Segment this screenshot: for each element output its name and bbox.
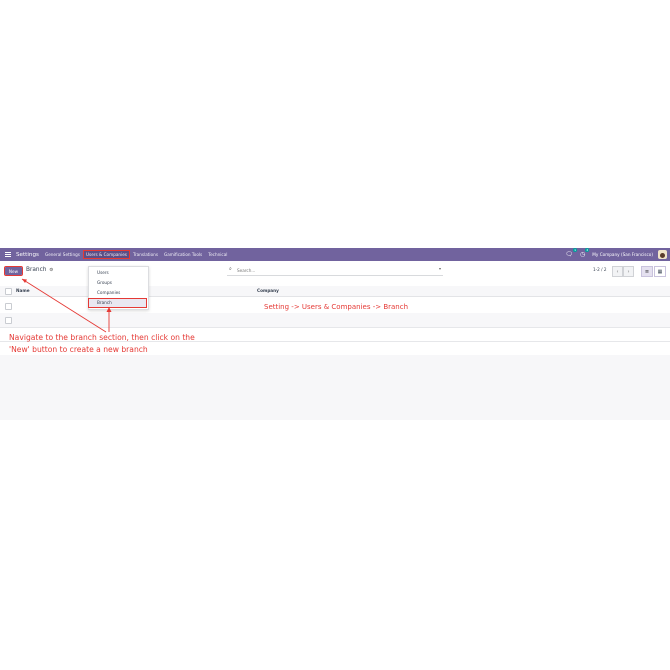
- search-options-toggle-icon[interactable]: ▾: [439, 266, 441, 271]
- annotation-path: Setting -> Users & Companies -> Branch: [264, 303, 409, 311]
- company-switcher[interactable]: My Company (San Francisco): [592, 252, 653, 257]
- dropdown-item-groups[interactable]: Groups: [97, 280, 112, 285]
- pager-previous-button[interactable]: ‹: [612, 266, 623, 277]
- column-name-header[interactable]: Name: [16, 288, 30, 293]
- table-row[interactable]: [0, 313, 670, 328]
- arrow-head-new: [22, 279, 27, 283]
- search-input[interactable]: [237, 266, 427, 274]
- users-companies-dropdown: Users Groups Companies Branch: [88, 266, 149, 310]
- user-avatar[interactable]: [658, 250, 667, 259]
- pager-value[interactable]: 1-2 / 2: [593, 267, 607, 272]
- search-icon[interactable]: ⌕: [229, 266, 232, 272]
- page-title: Branch: [26, 267, 47, 273]
- annotation-instruction-line-1: Navigate to the branch section, then cli…: [9, 333, 195, 342]
- top-navbar: Settings General Settings Users & Compan…: [0, 248, 670, 261]
- list-empty-area: [0, 355, 670, 420]
- dropdown-item-branch[interactable]: Branch: [88, 298, 147, 308]
- pager-next-button[interactable]: ›: [623, 266, 634, 277]
- apps-menu-icon[interactable]: [5, 251, 11, 258]
- activity-clock-icon[interactable]: ◷ 2: [580, 248, 590, 258]
- row-checkbox[interactable]: [5, 317, 12, 324]
- dropdown-item-users[interactable]: Users: [97, 270, 109, 275]
- annotation-instruction: Navigate to the branch section, then cli…: [9, 332, 195, 356]
- app-title[interactable]: Settings: [16, 252, 39, 258]
- kanban-view-button[interactable]: ▦: [654, 266, 666, 277]
- menu-gamification-tools[interactable]: Gamification Tools: [164, 252, 202, 257]
- breadcrumb: Branch ⚙: [26, 267, 53, 273]
- select-all-checkbox[interactable]: [5, 288, 12, 295]
- screenshot: Settings General Settings Users & Compan…: [0, 248, 670, 420]
- kanban-view-icon: ▦: [657, 268, 663, 275]
- menu-translations[interactable]: Translations: [133, 252, 158, 257]
- column-company-header[interactable]: Company: [257, 288, 279, 293]
- gear-icon[interactable]: ⚙: [49, 268, 53, 273]
- menu-technical[interactable]: Technical: [208, 252, 227, 257]
- navbar-systray: 🗨 1 ◷ 2 My Company (San Francisco): [565, 248, 667, 261]
- list-view-icon: ≡: [644, 268, 650, 275]
- new-button[interactable]: New: [4, 266, 23, 276]
- chat-badge: 1: [573, 248, 578, 252]
- activity-badge: 2: [585, 248, 590, 252]
- chat-icon[interactable]: 🗨 1: [565, 248, 578, 258]
- list-view-button[interactable]: ≡: [641, 266, 653, 277]
- menu-general-settings[interactable]: General Settings: [45, 252, 80, 257]
- row-checkbox[interactable]: [5, 303, 12, 310]
- menu-users-companies[interactable]: Users & Companies: [82, 250, 131, 259]
- annotation-instruction-line-2: 'New' button to create a new branch: [9, 345, 148, 354]
- dropdown-item-companies[interactable]: Companies: [97, 290, 120, 295]
- search-bar: ⌕ ▾: [227, 266, 443, 276]
